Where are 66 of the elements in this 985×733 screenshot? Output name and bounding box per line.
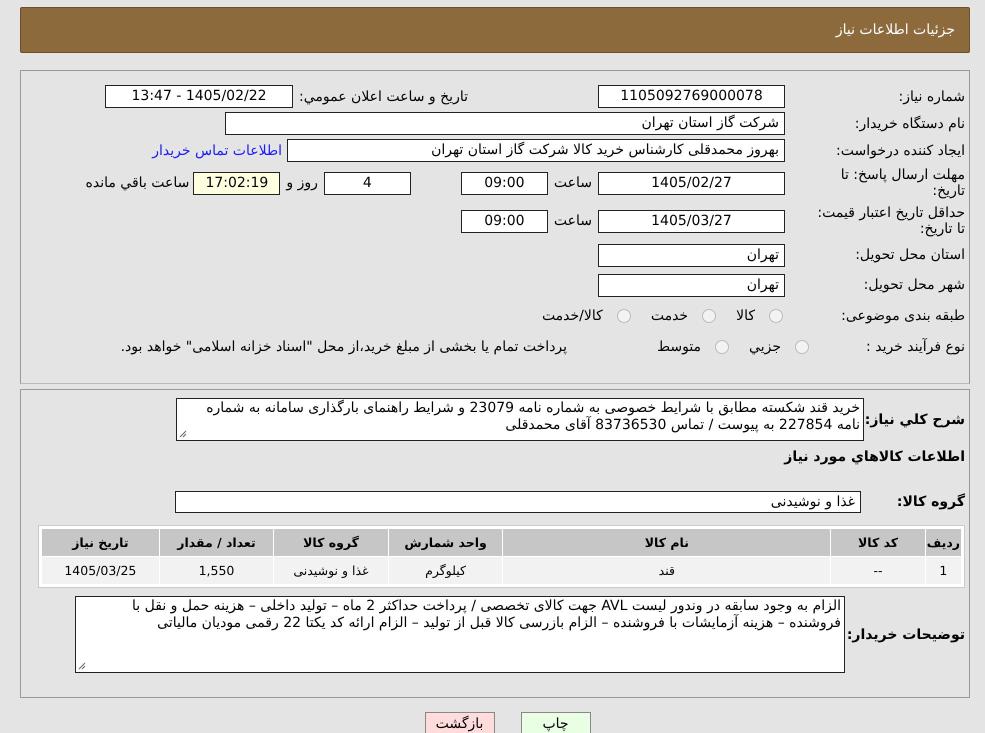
notes-text: الزام به وجود سابقه در وندور لیست AVL جهت کالای تخصصی / پرداخت حداکثر 2 ماه – تولید داخلی – هزینه حمل و نقل با فروشنده – هزینه آزمایشات با فروشنده – الزام بازرسی کالا قبل از تولید – الزام ارائه کد یکتا 22 رقمی مودیان مالیاتی <box>132 598 841 631</box>
table-cell: 1,550 <box>159 556 274 584</box>
page-header: جزئیات اطلاعات نیاز <box>20 7 970 53</box>
input-field[interactable]: تهران <box>598 274 785 296</box>
field-label: گروه کالا: <box>896 494 965 510</box>
input-field[interactable]: 4 <box>324 172 411 194</box>
radio-button[interactable] <box>702 308 716 322</box>
input-field[interactable]: 1105092769000078 <box>598 85 785 108</box>
field-label: طبقه بندی موضوعی: <box>840 308 965 324</box>
text-area[interactable] <box>75 596 845 673</box>
field-label: ساعت <box>554 213 592 229</box>
table-cell: 1405/03/25 <box>42 556 160 584</box>
resize-grip-icon[interactable] <box>179 430 187 438</box>
input-field[interactable]: 1405/03/27 <box>598 210 785 232</box>
radio-button[interactable] <box>616 308 631 322</box>
description-text: خرید قند شکسته مطابق با شرایط خصوصی به شماره نامه 23079 و شرایط راهنمای بارگذاری سامانه به شماره نامه 227854 به پیوست / تماس 83736530 آقای محمدقلی <box>206 400 860 433</box>
purchase-note: پرداخت تمام یا بخشی از مبلغ خرید،از محل "اسناد خزانه اسلامی" خواهد بود. <box>120 338 568 354</box>
field-label: شماره نیاز: <box>898 88 965 104</box>
text-area[interactable]: خرید قند شکسته مطابق با شرایط خصوصی به شماره نامه 23079 و شرایط راهنمای بارگذاری سامانه به شماره نامه 227854 به پیوست / تماس 83736530 آقای محمدقلی <box>176 398 864 441</box>
column-header: ردیف <box>925 528 962 556</box>
contact-link[interactable]: اطلاعات تماس خریدار <box>152 142 282 158</box>
field-label: حداقل تاریخ اعتبار قیمت: تا تاریخ: <box>817 205 965 237</box>
table-cell: -- <box>830 556 926 584</box>
input-field[interactable]: 17:02:19 <box>193 172 280 194</box>
option-label: خدمت <box>650 308 688 324</box>
input-field[interactable]: غذا و نوشیدنی <box>175 491 861 513</box>
field-label: نوع فرآیند خرید : <box>865 338 965 354</box>
print-button[interactable]: چاپ <box>520 712 590 733</box>
column-header: کد کالا <box>830 528 926 556</box>
option-label: کالا/خدمت <box>542 308 603 324</box>
radio-button[interactable] <box>769 308 783 322</box>
table-cell: غذا و نوشیدنی <box>274 556 388 584</box>
input-field[interactable]: 1405/02/27 <box>598 172 785 194</box>
field-label: تاريخ و ساعت اعلان عمومي: <box>299 88 468 104</box>
field-label: ساعت <box>554 175 592 191</box>
option-label: متوسط <box>657 338 702 354</box>
section-title: اطلاعات کالاهاي مورد نياز <box>782 449 965 465</box>
table-cell: 1 <box>925 556 962 584</box>
input-field[interactable]: تهران <box>598 244 785 266</box>
field-label: نام دستگاه خریدار: <box>854 116 965 132</box>
back-button[interactable]: بازگشت <box>424 712 494 733</box>
input-field[interactable]: 09:00 <box>460 172 548 194</box>
field-label: شرح کلي نياز: <box>864 412 965 428</box>
input-field[interactable]: بهروز محمدقلی کارشناس خرید کالا شرکت گاز استان تهران <box>287 139 785 162</box>
field-label: ساعت باقي مانده <box>86 175 190 191</box>
radio-button[interactable] <box>795 340 809 354</box>
field-label: مهلت ارسال پاسخ: تا تاریخ: <box>840 167 965 199</box>
column-header: تاریخ نیاز <box>42 528 160 556</box>
column-header: نام کالا <box>502 528 831 556</box>
input-field[interactable]: 1405/02/22 - 13:47 <box>105 85 294 108</box>
field-label: ایجاد کننده درخواست: <box>835 142 965 158</box>
column-header: تعداد / مقدار <box>159 528 274 556</box>
resize-grip-icon[interactable] <box>78 662 86 670</box>
column-header: واحد شمارش <box>388 528 503 556</box>
table-cell: قند <box>502 556 831 584</box>
table-cell: کیلوگرم <box>388 556 503 584</box>
radio-button[interactable] <box>715 340 730 354</box>
input-field[interactable]: شرکت گاز استان تهران <box>225 112 785 135</box>
field-label: استان محل تحویل: <box>854 247 965 263</box>
option-label: کالا <box>736 308 755 324</box>
field-label: توضیحات خریدار: <box>846 626 965 642</box>
option-label: جزيي <box>749 338 781 354</box>
field-label: روز و <box>286 175 318 191</box>
input-field[interactable]: 09:00 <box>460 210 548 232</box>
field-label: شهر محل تحویل: <box>862 277 965 293</box>
column-header: گروه کالا <box>274 528 388 556</box>
